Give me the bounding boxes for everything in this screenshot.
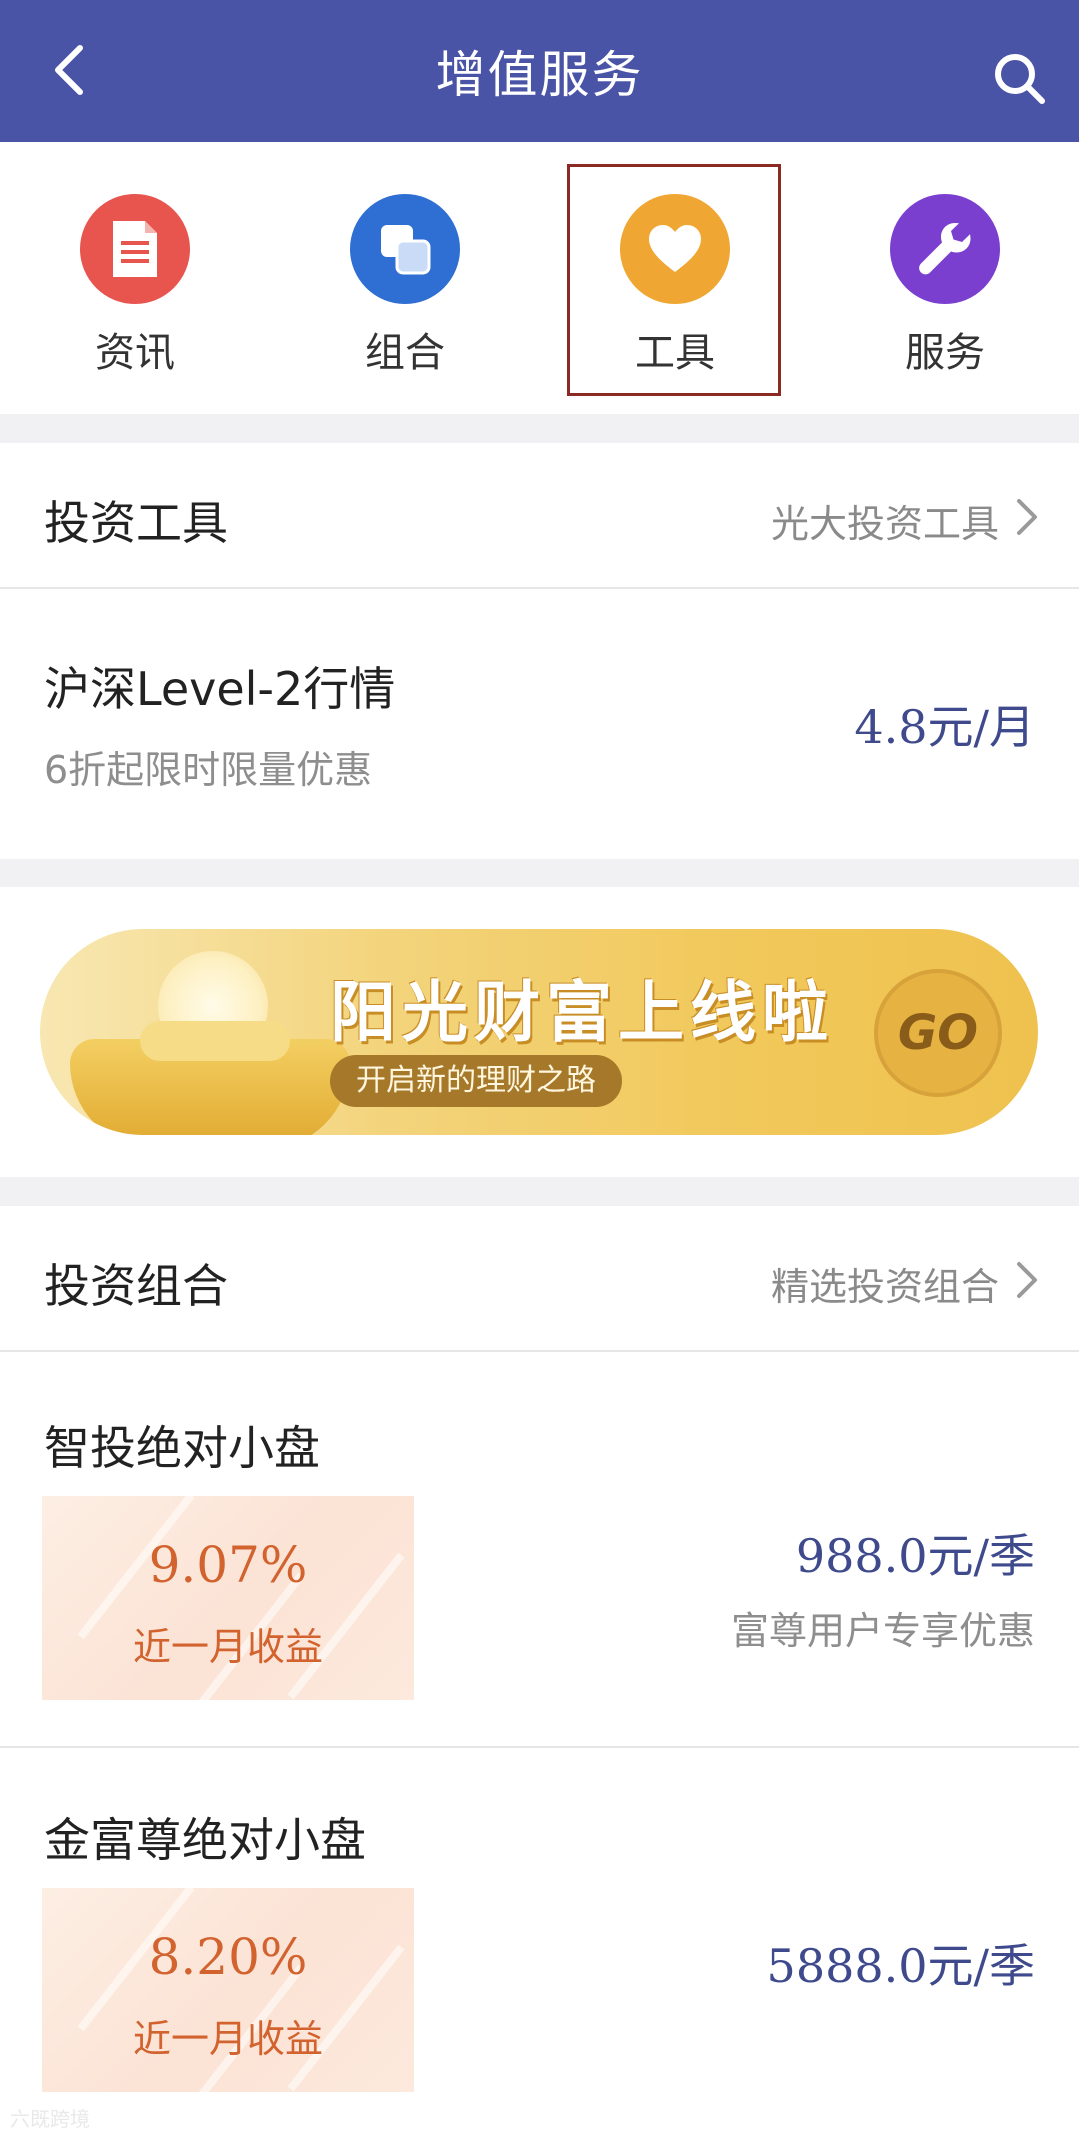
section-header: 投资组合 精选投资组合 xyxy=(0,1206,1079,1352)
go-button[interactable]: GO xyxy=(874,969,1002,1097)
item-title: 沪深Level-2行情 xyxy=(44,662,396,716)
layers-icon xyxy=(350,194,460,304)
category-nav: 资讯 组合 工具 服务 xyxy=(0,142,1079,414)
section-title: 投资组合 xyxy=(44,1259,228,1313)
watermark: 六既跨境 xyxy=(10,2107,90,2131)
item-note: 富尊用户专享优惠 xyxy=(730,1609,1035,1653)
nav-item-tools[interactable]: 工具 xyxy=(540,142,810,414)
nav-label: 工具 xyxy=(635,330,715,376)
nav-item-service[interactable]: 服务 xyxy=(810,142,1079,414)
more-tools-link[interactable]: 光大投资工具 xyxy=(771,493,999,548)
nav-label: 资讯 xyxy=(95,330,175,376)
section-title: 投资工具 xyxy=(44,496,228,550)
banner-section: 阳光财富上线啦 开启新的理财之路 GO xyxy=(0,887,1079,1177)
heart-icon xyxy=(620,194,730,304)
nav-item-portfolio[interactable]: 组合 xyxy=(270,142,540,414)
item-price: 4.8元/月 xyxy=(854,700,1035,754)
wrench-icon xyxy=(890,194,1000,304)
return-value: 8.20% xyxy=(148,1928,308,1986)
item-subtitle: 6折起限时限量优惠 xyxy=(44,748,373,792)
page-title: 增值服务 xyxy=(435,46,644,104)
more-portfolios-link[interactable]: 精选投资组合 xyxy=(771,1256,999,1311)
search-button[interactable] xyxy=(989,48,1049,108)
tools-section: 投资工具 光大投资工具 沪深Level-2行情 6折起限时限量优惠 4.8元/月 xyxy=(0,443,1079,859)
item-price: 5888.0元/季 xyxy=(766,1939,1035,1993)
return-label: 近一月收益 xyxy=(132,2017,323,2061)
return-box: 8.20% 近一月收益 xyxy=(42,1888,414,2092)
nav-label: 组合 xyxy=(365,330,445,376)
item-title: 智投绝对小盘 xyxy=(44,1421,320,1475)
promo-banner[interactable]: 阳光财富上线啦 开启新的理财之路 GO xyxy=(40,929,1038,1135)
return-box: 9.07% 近一月收益 xyxy=(42,1496,414,1700)
banner-subline: 开启新的理财之路 xyxy=(330,1055,622,1107)
return-value: 9.07% xyxy=(148,1536,308,1594)
portfolio-item[interactable]: 智投绝对小盘 9.07% 近一月收益 988.0元/季 富尊用户专享优惠 xyxy=(0,1354,1079,1748)
portfolio-section: 投资组合 精选投资组合 智投绝对小盘 9.07% 近一月收益 988.0元/季 … xyxy=(0,1206,1079,2140)
item-price: 988.0元/季 xyxy=(795,1529,1035,1583)
return-label: 近一月收益 xyxy=(132,1625,323,1669)
section-header: 投资工具 光大投资工具 xyxy=(0,443,1079,589)
top-bar: 增值服务 xyxy=(0,0,1079,142)
portfolio-item[interactable]: 金富尊绝对小盘 8.20% 近一月收益 5888.0元/季 xyxy=(0,1750,1079,2140)
gold-ingot-top xyxy=(140,1021,290,1061)
document-icon xyxy=(80,194,190,304)
search-icon xyxy=(995,54,1045,104)
item-title: 金富尊绝对小盘 xyxy=(44,1813,366,1867)
tool-item-level2[interactable]: 沪深Level-2行情 6折起限时限量优惠 4.8元/月 xyxy=(0,591,1079,859)
banner-headline: 阳光财富上线啦 xyxy=(330,974,834,1051)
chevron-right-icon xyxy=(1017,1262,1037,1298)
nav-label: 服务 xyxy=(905,330,985,376)
nav-item-news[interactable]: 资讯 xyxy=(0,142,270,414)
chevron-right-icon xyxy=(1017,499,1037,535)
